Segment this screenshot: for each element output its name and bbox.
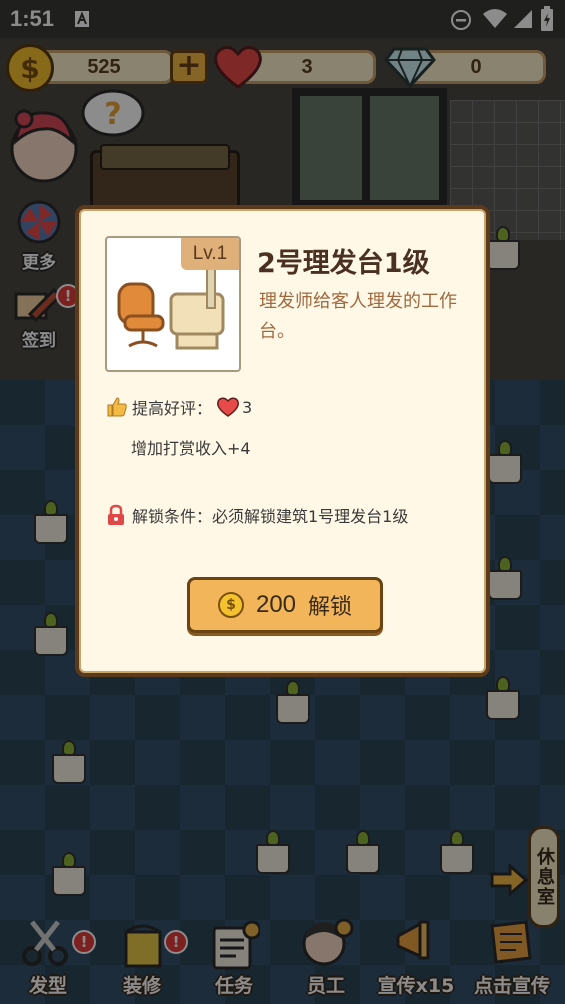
- lock-icon: [108, 504, 124, 525]
- unlock-label: 解锁: [308, 595, 353, 620]
- rating-value: 3: [242, 397, 253, 417]
- item-description: 理发师给客人理发的工作台。: [259, 291, 457, 342]
- rating-label: 提高好评：: [132, 399, 213, 418]
- tip-income-text: 增加打赏收入+4: [131, 439, 251, 458]
- unlock-button[interactable]: $ 200 解锁: [187, 577, 383, 633]
- item-title: 2号理发台1级: [257, 248, 430, 279]
- unlock-price: 200: [255, 591, 297, 618]
- thumbs-up-icon: [107, 397, 127, 417]
- coin-icon: $: [217, 592, 244, 618]
- level-badge: Lv.1: [181, 238, 239, 270]
- item-image: Lv.1: [105, 236, 241, 372]
- rating-row: 提高好评： 3: [106, 395, 252, 419]
- tip-income-row: 增加打赏收入+4: [131, 435, 251, 459]
- unlock-condition-text: 解锁条件：必须解锁建筑1号理发台1级: [132, 507, 409, 526]
- unlock-dialog: Lv.1 2号理发台1级 理发师给客人理发的工作台。 提高好评： 3 增加打赏收…: [75, 205, 490, 677]
- unlock-condition-row: 解锁条件：必须解锁建筑1号理发台1级: [106, 503, 408, 527]
- heart-icon: [217, 397, 239, 417]
